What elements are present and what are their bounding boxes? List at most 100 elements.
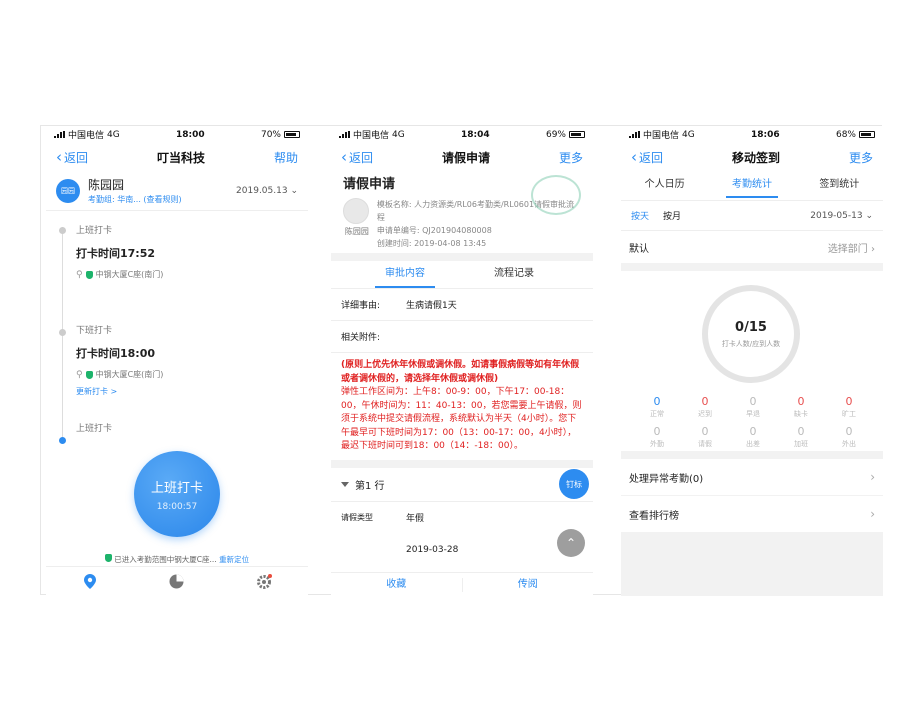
signal-icon bbox=[54, 131, 65, 138]
by-month-toggle[interactable]: 按月 bbox=[663, 209, 681, 222]
stat-absent[interactable]: 0 旷工 bbox=[825, 395, 873, 419]
nav-bar: ‹ 返回 叮当科技 帮助 bbox=[46, 143, 308, 171]
collapse-triangle-icon bbox=[341, 481, 349, 487]
stat-late[interactable]: 0 迟到 bbox=[681, 395, 729, 419]
stat-early-leave[interactable]: 0 早退 bbox=[729, 395, 777, 419]
leave-type-row: 请假类型 年假 bbox=[331, 502, 593, 534]
location-pin-icon: ⚲ bbox=[76, 369, 83, 380]
nav-bar: ‹ 返回 移动签到 更多 bbox=[621, 143, 883, 171]
more-button[interactable]: 更多 bbox=[849, 149, 873, 166]
date-selector[interactable]: 2019.05.13 ⌄ bbox=[236, 186, 298, 196]
attendance-ring: 0/15 打卡人数/应到人数 bbox=[702, 285, 800, 383]
back-button[interactable]: ‹ 返回 bbox=[56, 149, 88, 166]
select-department: 选择部门 › bbox=[827, 243, 875, 255]
update-checkout-link[interactable]: 更新打卡 > bbox=[76, 386, 308, 397]
tabs: 审批内容 流程记录 bbox=[331, 261, 593, 289]
page-title: 叮当科技 bbox=[156, 150, 205, 165]
tab-attendance-stats[interactable]: 考勤统计 bbox=[708, 171, 795, 200]
period-row: 按天 按月 2019-05-13 ⌄ bbox=[621, 201, 883, 231]
by-day-toggle[interactable]: 按天 bbox=[631, 209, 649, 222]
stat-leave[interactable]: 0 请假 bbox=[681, 425, 729, 449]
chevron-right-icon: › bbox=[871, 243, 875, 255]
timeline-dot-active bbox=[59, 437, 66, 444]
chevron-left-icon: ‹ bbox=[341, 147, 347, 166]
checkin-timeline: 上班打卡 打卡时间17:52 ⚲ 中钢大厦C座(南门) 下班打卡 打卡时间18:0… bbox=[46, 211, 308, 444]
next-checkin-label: 上班打卡 bbox=[76, 424, 113, 434]
chevron-right-icon: › bbox=[870, 507, 875, 521]
battery-icon bbox=[568, 131, 585, 138]
tab-settings[interactable] bbox=[256, 573, 273, 590]
tab-personal-calendar[interactable]: 个人日历 bbox=[621, 171, 708, 200]
battery-icon bbox=[858, 131, 875, 138]
timeline-dot bbox=[59, 227, 66, 234]
help-button[interactable]: 帮助 bbox=[274, 149, 298, 166]
stat-overtime[interactable]: 0 加班 bbox=[777, 425, 825, 449]
back-button[interactable]: ‹ 返回 bbox=[631, 149, 663, 166]
chevron-left-icon: ‹ bbox=[56, 147, 62, 166]
shield-icon bbox=[85, 370, 93, 379]
nail-button[interactable]: 钉标 bbox=[559, 469, 589, 499]
signal-icon bbox=[629, 131, 640, 138]
shield-icon bbox=[85, 270, 93, 279]
form-header: 请假申请 陈园园 模板名称: 人力资源类/RL06考勤类/RL0601请假审批流… bbox=[331, 171, 593, 261]
avatar: 园园 bbox=[56, 178, 80, 203]
more-button[interactable]: 更多 bbox=[559, 149, 583, 166]
status-bar: 中国电信 4G 18:00 70% bbox=[46, 126, 308, 143]
stat-field-work[interactable]: 0 外勤 bbox=[633, 425, 681, 449]
page-title: 请假申请 bbox=[441, 150, 490, 165]
tab-process-log[interactable]: 流程记录 bbox=[435, 261, 593, 288]
notice-bold: (原则上优先休年休假或调休假。如请事假病假等如有年休假或者调休假的，请选择年休假… bbox=[341, 360, 580, 384]
chevron-down-icon: ⌄ bbox=[290, 185, 298, 196]
phone-leave-request: 中国电信 4G 18:04 69% ‹ 返回 请假申请 更多 请假申请 陈园园 模板… bbox=[331, 126, 593, 596]
department-row[interactable]: 默认 选择部门 › bbox=[621, 231, 883, 263]
leave-type-value: 年假 bbox=[406, 514, 425, 524]
user-row: 园园 陈园园 考勤组: 华南... (查看规则) 2019.05.13 ⌄ bbox=[46, 171, 308, 211]
tab-signin-stats[interactable]: 签到统计 bbox=[796, 171, 883, 200]
forward-button[interactable]: 传阅 bbox=[463, 573, 594, 596]
relocate-link[interactable]: 重新定位 bbox=[219, 555, 249, 564]
checkout-label: 下班打卡 bbox=[76, 326, 113, 336]
tab-approval-content[interactable]: 审批内容 bbox=[375, 261, 435, 288]
screenshot-frame: 中国电信 4G 18:00 70% ‹ 返回 叮当科技 帮助 园园 陈园园 考勤组:… bbox=[40, 125, 883, 596]
attendance-ratio: 0/15 bbox=[735, 319, 767, 335]
checkin-time: 打卡时间17:52 bbox=[76, 247, 156, 260]
range-message: 已进入考勤范围中钢大厦C座... 重新定位 bbox=[46, 554, 308, 565]
detail-row: 详细事由: 生病请假1天 bbox=[331, 289, 593, 321]
checkin-label: 上班打卡 bbox=[76, 226, 113, 236]
avatar bbox=[343, 198, 369, 224]
user-name: 陈园园 bbox=[88, 178, 125, 192]
date-selector[interactable]: 2019-05-13 ⌄ bbox=[810, 211, 873, 221]
checkout-location: ⚲ 中钢大厦C座(南门) bbox=[76, 369, 164, 380]
collect-button[interactable]: 收藏 bbox=[331, 573, 462, 596]
ranking-row[interactable]: 查看排行榜 › bbox=[621, 496, 883, 532]
attendance-group-link[interactable]: 考勤组: 华南... (查看规则) bbox=[88, 194, 182, 205]
tab-checkin[interactable] bbox=[82, 574, 98, 590]
abnormal-attendance-row[interactable]: 处理异常考勤(0) › bbox=[621, 459, 883, 495]
leave-type-label: 请假类型 bbox=[341, 513, 373, 522]
chevron-down-icon: ⌄ bbox=[865, 210, 873, 221]
request-number: 申请单编号: QJ201904080008 bbox=[376, 226, 492, 235]
punch-button[interactable]: 上班打卡 18:00:57 bbox=[134, 451, 220, 537]
chevron-right-icon: › bbox=[870, 470, 875, 484]
stat-normal[interactable]: 0 正常 bbox=[633, 395, 681, 419]
page-title: 移动签到 bbox=[731, 150, 780, 165]
tab-statistics[interactable] bbox=[169, 574, 185, 590]
attendance-caption: 打卡人数/应到人数 bbox=[721, 339, 781, 348]
status-bar: 中国电信 4G 18:04 69% bbox=[331, 126, 593, 143]
signal-icon bbox=[339, 131, 350, 138]
stat-missing[interactable]: 0 缺卡 bbox=[777, 395, 825, 419]
scroll-top-button[interactable]: ⌃ bbox=[557, 529, 585, 557]
phone-checkin: 中国电信 4G 18:00 70% ‹ 返回 叮当科技 帮助 园园 陈园园 考勤组:… bbox=[46, 126, 308, 596]
stat-business-trip[interactable]: 0 出差 bbox=[729, 425, 777, 449]
stat-out[interactable]: 0 外出 bbox=[825, 425, 873, 449]
status-bar: 中国电信 4G 18:06 68% bbox=[621, 126, 883, 143]
notice-body: 弹性工作区间为：上午8：00-9：00，下午17：00-18：00，午休时间为：… bbox=[341, 387, 582, 451]
gear-icon bbox=[257, 573, 273, 589]
phone-mobile-signin: 中国电信 4G 18:06 68% ‹ 返回 移动签到 更多 个人日历 考勤统计 签… bbox=[621, 126, 883, 596]
checkout-time: 打卡时间18:00 bbox=[76, 347, 156, 360]
leave-notice: (原则上优先休年休假或调休假。如请事假病假等如有年休假或者调休假的，请选择年休假… bbox=[331, 353, 593, 468]
tabs: 个人日历 考勤统计 签到统计 bbox=[621, 171, 883, 201]
row-toggle[interactable]: 第1 行 bbox=[331, 468, 593, 502]
back-button[interactable]: ‹ 返回 bbox=[341, 149, 373, 166]
detail-value: 生病请假1天 bbox=[406, 301, 457, 311]
